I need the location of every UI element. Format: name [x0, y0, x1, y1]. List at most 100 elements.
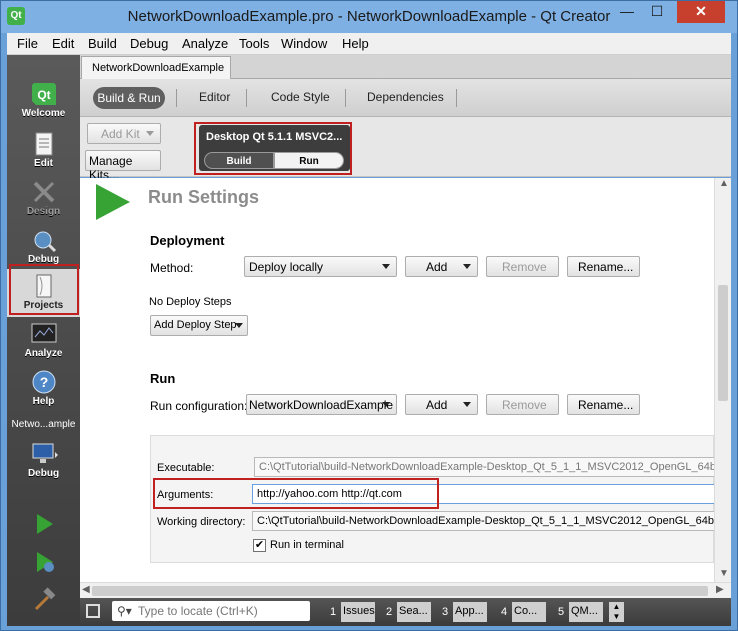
- close-button[interactable]: ✕: [677, 1, 725, 23]
- subnav-build-run[interactable]: Build & Run: [93, 87, 165, 109]
- pane-scroll-arrows-icon[interactable]: ▲ ▼: [609, 602, 624, 622]
- analyze-monitor-icon: [31, 323, 56, 343]
- run-rename-button[interactable]: Rename...: [567, 394, 640, 415]
- subnav-divider: [456, 89, 457, 107]
- mode-welcome-label: Welcome: [21, 108, 66, 119]
- working-directory-field[interactable]: C:\QtTutorial\build-NetworkDownloadExamp…: [252, 511, 715, 531]
- pane-number: 2: [385, 606, 393, 618]
- project-tab-strip: NetworkDownloadExample: [80, 55, 731, 79]
- mode-design[interactable]: Design: [7, 175, 80, 223]
- status-bar: ⚲▾ Type to locate (Ctrl+K) 1 Issues 2 Se…: [80, 598, 731, 626]
- mode-welcome[interactable]: Qt Welcome: [7, 77, 80, 125]
- menu-build[interactable]: Build: [88, 36, 117, 51]
- pane-number: 3: [441, 606, 449, 618]
- pane-label: Issues: [341, 602, 375, 622]
- horizontal-scroll-thumb[interactable]: [92, 586, 708, 596]
- run-settings-panel: Run Settings Deployment Method: Deploy l…: [80, 178, 715, 582]
- mode-help[interactable]: ? Help: [7, 365, 80, 413]
- menu-file[interactable]: File: [17, 36, 38, 51]
- executable-label: Executable:: [157, 462, 215, 474]
- run-config-value: NetworkDownloadExample: [249, 398, 394, 412]
- projects-highlight: [9, 264, 79, 315]
- menu-help[interactable]: Help: [342, 36, 369, 51]
- svg-text:?: ?: [39, 374, 48, 390]
- arguments-highlight: [153, 478, 439, 509]
- mode-design-label: Design: [26, 206, 61, 217]
- checkmark-icon: ✔: [254, 539, 265, 551]
- add-kit-button[interactable]: Add Kit: [87, 123, 161, 144]
- add-deploy-step-button[interactable]: Add Deploy Step: [150, 315, 248, 336]
- svg-text:Qt: Qt: [37, 88, 50, 102]
- search-icon: ⚲▾: [117, 604, 132, 618]
- menu-edit[interactable]: Edit: [52, 36, 74, 51]
- vertical-scrollbar[interactable]: ▲ ▼: [714, 178, 731, 582]
- add-deploy-step-label: Add Deploy Step: [154, 319, 237, 331]
- deploy-remove-button[interactable]: Remove: [486, 256, 559, 277]
- pane-compile-output[interactable]: 4 Co...: [496, 602, 546, 622]
- manage-kits-button[interactable]: Manage Kits...: [85, 150, 161, 182]
- subnav-divider: [246, 89, 247, 107]
- desktop-computer-icon: [32, 443, 58, 463]
- executable-field[interactable]: C:\QtTutorial\build-NetworkDownloadExamp…: [254, 457, 715, 477]
- chevron-down-icon: [463, 264, 471, 269]
- subnav-editor[interactable]: Editor: [199, 90, 230, 104]
- project-subnav: Build & Run Editor Code Style Dependenci…: [80, 79, 731, 117]
- run-button[interactable]: [7, 507, 80, 541]
- run-add-label: Add: [426, 398, 448, 412]
- scroll-down-icon[interactable]: ▼: [719, 568, 729, 579]
- build-hammer-button[interactable]: [7, 583, 80, 617]
- subnav-code-style[interactable]: Code Style: [271, 90, 330, 104]
- scroll-up-icon[interactable]: ▲: [719, 178, 729, 189]
- minimize-button[interactable]: —: [613, 1, 641, 23]
- locator-placeholder: Type to locate (Ctrl+K): [138, 604, 258, 618]
- bug-icon: [34, 231, 56, 253]
- deployment-heading: Deployment: [150, 233, 225, 248]
- chevron-down-icon: [235, 323, 243, 328]
- menu-bar: File Edit Build Debug Analyze Tools Wind…: [7, 33, 731, 55]
- pane-qml-console[interactable]: 5 QM...: [553, 602, 603, 622]
- debug-run-button[interactable]: [7, 545, 80, 579]
- add-kit-label: Add Kit: [101, 127, 140, 141]
- deploy-add-button[interactable]: Add: [405, 256, 478, 277]
- menu-analyze[interactable]: Analyze: [182, 36, 228, 51]
- run-config-select[interactable]: NetworkDownloadExample: [246, 394, 397, 415]
- tab-networkdownloadexample[interactable]: NetworkDownloadExample: [81, 56, 231, 79]
- run-in-terminal-checkbox[interactable]: ✔: [253, 539, 266, 552]
- maximize-button[interactable]: ☐: [643, 1, 671, 23]
- menu-debug[interactable]: Debug: [130, 36, 168, 51]
- run-in-terminal-label: Run in terminal: [270, 539, 344, 551]
- pane-application-output[interactable]: 3 App...: [437, 602, 487, 622]
- deploy-method-select[interactable]: Deploy locally: [244, 256, 397, 277]
- deploy-rename-button[interactable]: Rename...: [567, 256, 640, 277]
- qt-logo-icon: Qt: [31, 83, 56, 105]
- title-bar[interactable]: Qt NetworkDownloadExample.pro - NetworkD…: [1, 1, 737, 33]
- vertical-scroll-thumb[interactable]: [718, 285, 728, 401]
- run-add-button[interactable]: Add: [405, 394, 478, 415]
- menu-tools[interactable]: Tools: [239, 36, 269, 51]
- scroll-left-icon[interactable]: ◀: [82, 584, 90, 595]
- pane-issues[interactable]: 1 Issues: [325, 602, 375, 622]
- mode-analyze[interactable]: Analyze: [7, 317, 80, 365]
- method-label: Method:: [150, 261, 194, 275]
- pane-search-results[interactable]: 2 Sea...: [381, 602, 431, 622]
- subnav-dependencies[interactable]: Dependencies: [367, 90, 444, 104]
- chevron-down-icon: [146, 131, 154, 136]
- run-remove-button[interactable]: Remove: [486, 394, 559, 415]
- kit-target-label: Netwo...ample: [11, 419, 76, 430]
- working-directory-label: Working directory:: [157, 516, 246, 528]
- no-deploy-steps-label: No Deploy Steps: [149, 296, 232, 308]
- deploy-add-label: Add: [426, 260, 448, 274]
- locator-input[interactable]: ⚲▾ Type to locate (Ctrl+K): [112, 601, 310, 621]
- document-icon: [35, 132, 52, 156]
- toggle-sidebar-icon[interactable]: [86, 604, 100, 618]
- menu-window[interactable]: Window: [281, 36, 327, 51]
- subnav-divider: [345, 89, 346, 107]
- horizontal-scrollbar[interactable]: ◀ ▶: [80, 582, 731, 598]
- scroll-right-icon[interactable]: ▶: [716, 584, 724, 595]
- run-heading: Run: [150, 371, 176, 386]
- pane-number: 5: [557, 606, 565, 618]
- mode-edit[interactable]: Edit: [7, 127, 80, 175]
- kit-selector[interactable]: Debug: [7, 437, 80, 487]
- pane-number: 4: [500, 606, 508, 618]
- pane-label: Co...: [512, 602, 546, 622]
